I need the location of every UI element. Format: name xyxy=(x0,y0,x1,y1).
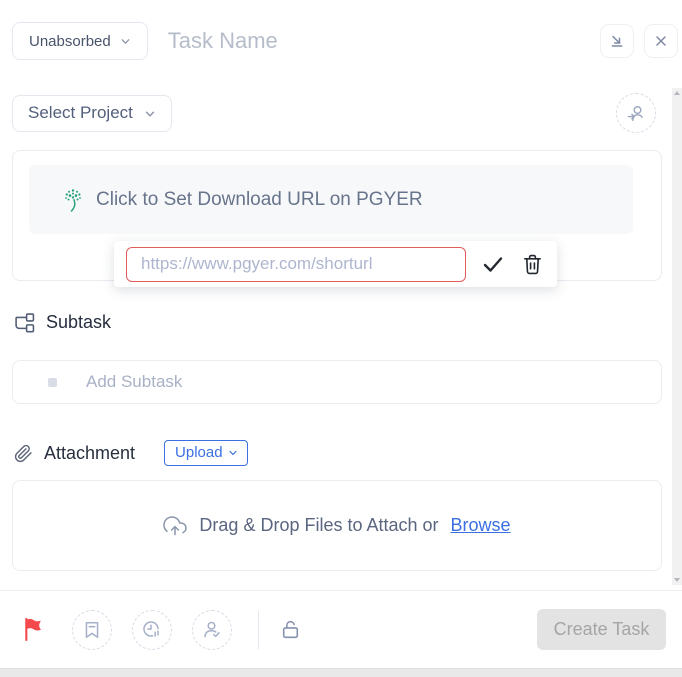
tag-button[interactable] xyxy=(72,610,112,650)
project-dropdown[interactable]: Select Project xyxy=(12,95,172,132)
download-url-section: Click to Set Download URL on PGYER xyxy=(12,150,662,281)
priority-flag-button[interactable] xyxy=(22,616,45,643)
status-label: Unabsorbed xyxy=(29,33,111,50)
attachment-title-label: Attachment xyxy=(44,443,135,464)
status-dropdown[interactable]: Unabsorbed xyxy=(12,22,148,60)
attachment-section-title: Attachment Upload xyxy=(14,440,248,466)
project-label: Select Project xyxy=(28,103,133,123)
toolbar-divider xyxy=(258,611,259,649)
project-selector-row: Select Project xyxy=(12,93,656,133)
person-check-icon xyxy=(201,619,223,641)
create-task-dialog: Unabsorbed Task Name Select Project xyxy=(0,0,682,668)
pgyer-dandelion-icon xyxy=(63,188,83,212)
cloud-upload-icon xyxy=(163,515,187,539)
add-person-icon xyxy=(625,102,647,124)
collapse-button[interactable] xyxy=(600,24,634,58)
confirm-url-button[interactable] xyxy=(479,250,507,278)
task-name-input[interactable]: Task Name xyxy=(168,28,590,54)
chevron-down-icon xyxy=(228,448,238,458)
upload-label: Upload xyxy=(175,444,223,461)
attachment-dropzone[interactable]: Drag & Drop Files to Attach or Browse xyxy=(12,480,662,571)
close-button[interactable] xyxy=(644,24,678,58)
subtask-bullet-square xyxy=(48,378,57,387)
upload-dropdown[interactable]: Upload xyxy=(164,440,248,466)
assignee-button[interactable] xyxy=(192,610,232,650)
download-url-input[interactable] xyxy=(126,247,466,282)
dropzone-text: Drag & Drop Files to Attach or xyxy=(199,515,438,536)
close-icon xyxy=(654,34,668,48)
flag-icon xyxy=(22,616,45,643)
collapse-arrow-icon xyxy=(609,33,625,49)
assign-member-button[interactable] xyxy=(616,93,656,133)
check-icon xyxy=(481,252,505,276)
lock-open-icon xyxy=(279,618,302,641)
delete-url-button[interactable] xyxy=(520,251,545,278)
chevron-down-icon xyxy=(120,36,131,47)
bookmark-icon xyxy=(82,620,102,640)
pgyer-url-banner-label: Click to Set Download URL on PGYER xyxy=(96,189,423,211)
trash-icon xyxy=(522,253,543,276)
chevron-down-icon xyxy=(144,108,156,120)
scroll-up-arrow[interactable] xyxy=(674,91,680,95)
bottom-strip xyxy=(0,668,682,677)
header-row: Unabsorbed Task Name xyxy=(12,22,678,60)
add-subtask-row[interactable]: Add Subtask xyxy=(12,360,662,404)
add-subtask-placeholder: Add Subtask xyxy=(86,372,182,392)
scroll-down-arrow[interactable] xyxy=(674,578,680,582)
clock-pause-icon xyxy=(141,619,163,641)
subtask-tree-icon xyxy=(14,313,35,333)
paperclip-icon xyxy=(14,444,33,463)
url-popup xyxy=(114,241,557,287)
pgyer-url-banner[interactable]: Click to Set Download URL on PGYER xyxy=(29,165,633,234)
browse-link[interactable]: Browse xyxy=(451,515,511,536)
subtask-title-label: Subtask xyxy=(46,312,111,333)
privacy-button[interactable] xyxy=(279,618,302,641)
subtask-section-title: Subtask xyxy=(14,312,111,333)
create-task-button[interactable]: Create Task xyxy=(537,609,666,650)
time-button[interactable] xyxy=(132,610,172,650)
scrollbar[interactable] xyxy=(672,88,682,585)
footer-toolbar: Create Task xyxy=(0,590,682,668)
